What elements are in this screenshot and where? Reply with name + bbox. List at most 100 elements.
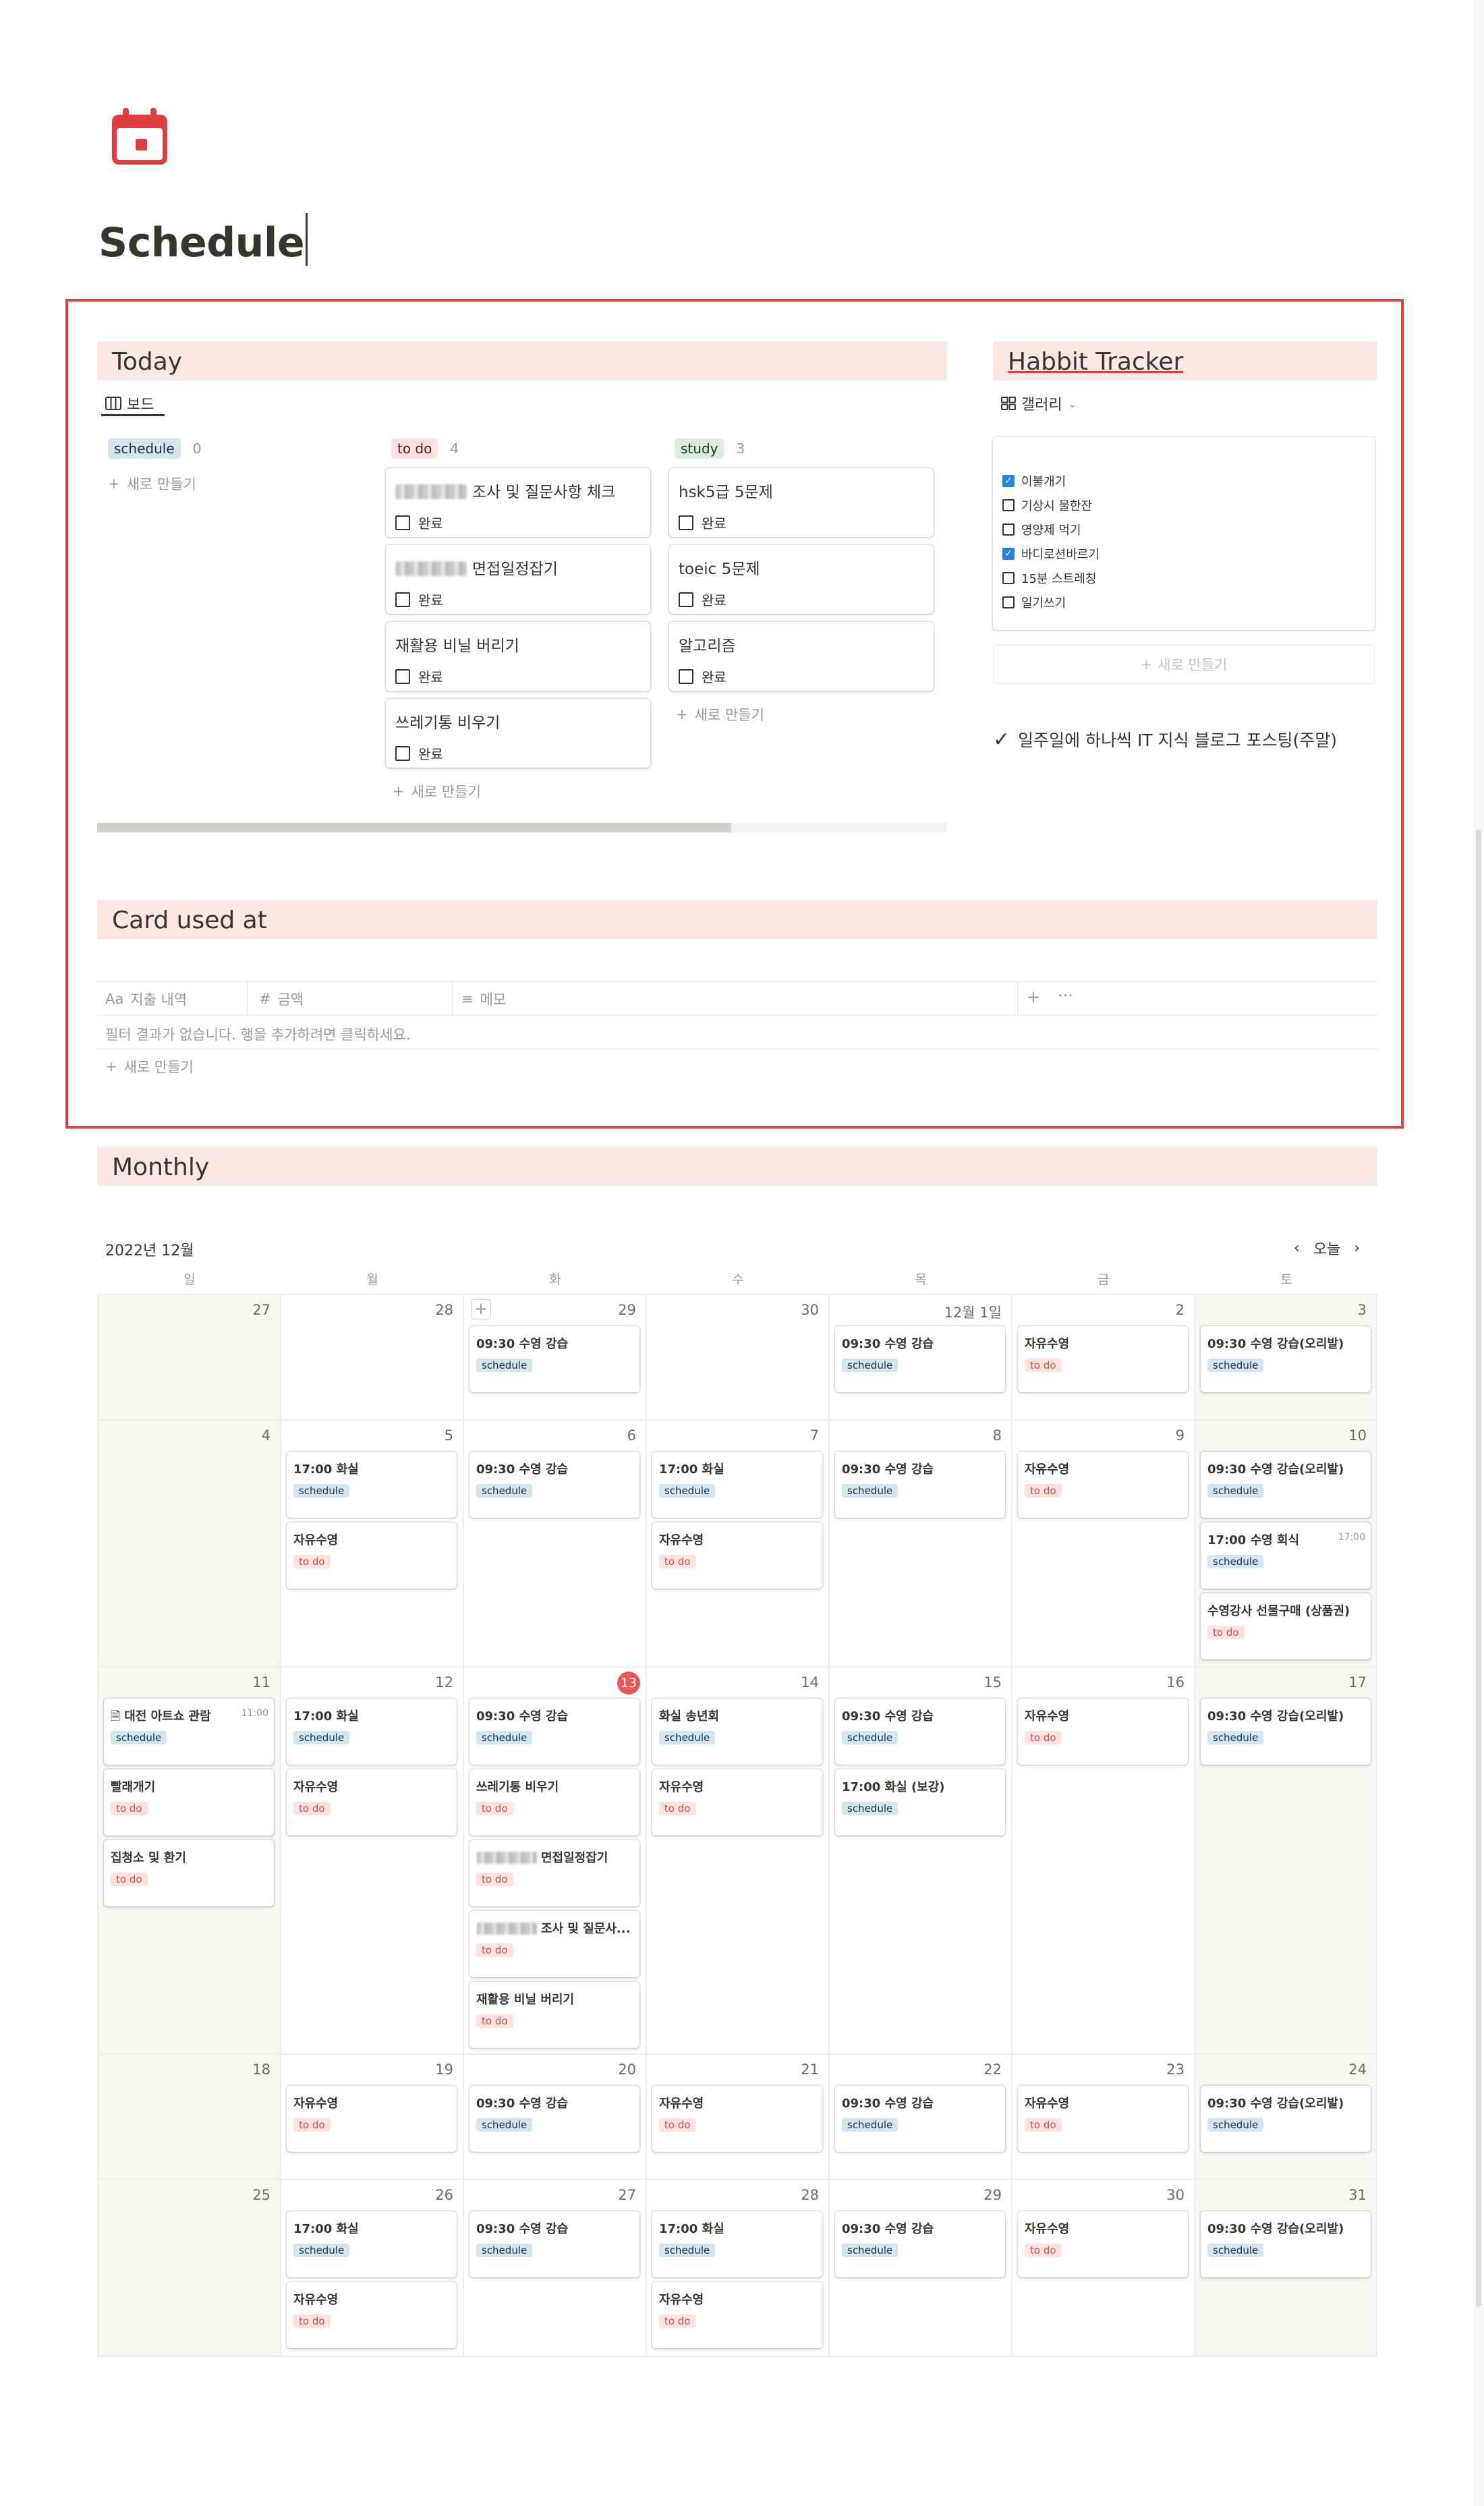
habbit-item[interactable]: 기상시 물한잔 xyxy=(1002,496,1092,514)
calendar-event[interactable]: 자유수영 to do xyxy=(287,2282,457,2348)
calendar-event[interactable]: 면접일정잡기 to do xyxy=(469,1840,639,1906)
calendar-day-cell[interactable]: 31 09:30 수영 강습(오리발) schedule xyxy=(1194,2180,1377,2357)
calendar-event[interactable]: 자유수영 to do xyxy=(1018,1326,1188,1392)
board-card[interactable]: 쓰레기통 비우기 완료 xyxy=(386,699,650,768)
habbit-item[interactable]: 일기쓰기 xyxy=(1002,594,1066,611)
calendar-event[interactable]: 자유수영 to do xyxy=(652,1522,822,1589)
calendar-event[interactable]: 09:30 수영 강습 schedule xyxy=(469,1452,639,1518)
calendar-event[interactable]: 자유수영 to do xyxy=(1018,2211,1188,2277)
calendar-day-cell[interactable]: 12 17:00 화실 schedule 자유수영 to do xyxy=(280,1668,463,2055)
calendar-day-cell[interactable]: 27 xyxy=(97,1295,280,1421)
column-header-schedule[interactable]: schedule 0 xyxy=(108,438,201,459)
calendar-event[interactable]: 17:00 화실 schedule xyxy=(287,1699,457,1765)
calendar-event[interactable]: 조사 및 질문사... to do xyxy=(469,1911,639,1977)
column-header-study[interactable]: study 3 xyxy=(675,438,745,459)
calendar-day-cell[interactable]: 21 자유수영 to do xyxy=(646,2055,828,2180)
calendar-event[interactable]: 09:30 수영 강습 schedule xyxy=(469,2086,639,2152)
calendar-event[interactable]: 17:00 화실 schedule xyxy=(652,1452,822,1518)
board-card[interactable]: 면접일정잡기 완료 xyxy=(386,545,650,614)
habbit-gallery-card[interactable]: ✓ 이불개기 기상시 물한잔 영양제 먹기 ✓ 바디로션바르기 15분 스트레칭 일기쓰기 xyxy=(993,437,1375,630)
add-event-button[interactable]: + xyxy=(471,1299,491,1319)
calendar-event[interactable]: 09:30 수영 강습(오리발) schedule xyxy=(1201,2086,1371,2152)
calendar-day-cell[interactable]: 3 09:30 수영 강습(오리발) schedule xyxy=(1194,1295,1377,1421)
calendar-event[interactable]: 09:30 수영 강습 schedule xyxy=(835,1326,1005,1392)
calendar-day-cell[interactable]: 9 자유수영 to do xyxy=(1011,1421,1194,1668)
calendar-event[interactable]: 자유수영 to do xyxy=(1018,2086,1188,2152)
new-habbit-button[interactable]: + 새로 만들기 xyxy=(993,645,1375,684)
calendar-event[interactable]: 09:30 수영 강습 schedule xyxy=(469,1326,639,1392)
calendar-day-cell[interactable]: 8 09:30 수영 강습 schedule xyxy=(828,1421,1011,1668)
done-checkbox[interactable]: 완료 xyxy=(395,590,443,609)
calendar-day-cell[interactable]: 28 17:00 화실 schedule 자유수영 to do xyxy=(646,2180,828,2357)
calendar-event[interactable]: 수영강사 선물구매 (상품권) to do xyxy=(1201,1593,1371,1659)
new-row-button[interactable]: + 새로 만들기 xyxy=(105,1056,194,1077)
calendar-event[interactable]: 09:30 수영 강습(오리발) schedule xyxy=(1201,1452,1371,1518)
calendar-day-cell[interactable]: 18 xyxy=(97,2055,280,2180)
done-checkbox[interactable]: 완료 xyxy=(395,666,443,686)
calendar-event[interactable]: 쓰레기통 비우기 to do xyxy=(469,1769,639,1835)
calendar-day-cell[interactable]: 7 17:00 화실 schedule 자유수영 to do xyxy=(646,1421,828,1668)
calendar-day-cell[interactable]: 24 09:30 수영 강습(오리발) schedule xyxy=(1194,2055,1377,2180)
calendar-event[interactable]: 17:00 화실 schedule xyxy=(287,1452,457,1518)
done-checkbox[interactable]: 완료 xyxy=(395,743,443,763)
calendar-event[interactable]: 17:00 수영 회식 17:00 schedule xyxy=(1201,1522,1371,1589)
add-column-button[interactable]: + xyxy=(1027,988,1040,1006)
calendar-event[interactable]: 09:30 수영 강습 schedule xyxy=(469,2211,639,2277)
board-scrollbar-thumb[interactable] xyxy=(97,823,731,832)
new-card-button[interactable]: + 새로 만들기 xyxy=(393,781,481,801)
column-expense[interactable]: Aa 지출 내역 xyxy=(105,989,187,1009)
calendar-icon[interactable] xyxy=(108,105,171,169)
calendar-day-cell[interactable]: 2 자유수영 to do xyxy=(1011,1295,1194,1421)
calendar-day-cell[interactable]: 30 xyxy=(646,1295,828,1421)
calendar-event[interactable]: 자유수영 to do xyxy=(652,2282,822,2348)
done-checkbox[interactable]: 완료 xyxy=(679,590,726,609)
calendar-event[interactable]: 자유수영 to do xyxy=(287,1769,457,1835)
calendar-event[interactable]: 17:00 화실 schedule xyxy=(652,2211,822,2277)
calendar-event[interactable]: 09:30 수영 강습 schedule xyxy=(469,1699,639,1765)
scrollbar-thumb[interactable] xyxy=(1476,830,1481,2307)
calendar-event[interactable]: 17:00 화실 (보강) schedule xyxy=(835,1769,1005,1835)
today-button[interactable]: 오늘 xyxy=(1313,1237,1340,1259)
calendar-event[interactable]: 🗎 대전 아트쇼 관람 11:00 schedule xyxy=(104,1699,274,1765)
calendar-event[interactable]: 09:30 수영 강습 schedule xyxy=(835,2211,1005,2277)
new-card-button[interactable]: + 새로 만들기 xyxy=(676,704,764,724)
calendar-event[interactable]: 재활용 비닐 버리기 to do xyxy=(469,1982,639,2048)
column-header-todo[interactable]: to do 4 xyxy=(391,438,459,459)
board-card[interactable]: hsk5급 5문제 완료 xyxy=(669,468,934,537)
more-options-icon[interactable]: ··· xyxy=(1058,986,1073,1005)
board-card[interactable]: 재활용 비닐 버리기 완료 xyxy=(386,622,650,691)
calendar-day-cell[interactable]: 29 09:30 수영 강습 schedule xyxy=(828,2180,1011,2357)
calendar-event[interactable]: 09:30 수영 강습 schedule xyxy=(835,1452,1005,1518)
calendar-day-cell[interactable]: 19 자유수영 to do xyxy=(280,2055,463,2180)
calendar-event[interactable]: 자유수영 to do xyxy=(652,2086,822,2152)
calendar-day-cell[interactable]: 23 자유수영 to do xyxy=(1011,2055,1194,2180)
calendar-event[interactable]: 09:30 수영 강습(오리발) schedule xyxy=(1201,2211,1371,2277)
column-memo[interactable]: ≡ 메모 xyxy=(461,989,506,1009)
calendar-day-cell[interactable]: 5 17:00 화실 schedule 자유수영 to do xyxy=(280,1421,463,1668)
empty-table-message[interactable]: 필터 결과가 없습니다. 행을 추가하려면 클릭하세요. xyxy=(105,1024,410,1044)
page-title[interactable]: Schedule xyxy=(98,213,308,266)
calendar-day-cell[interactable]: 25 xyxy=(97,2180,280,2357)
calendar-day-cell[interactable]: 26 17:00 화실 schedule 자유수영 to do xyxy=(280,2180,463,2357)
calendar-event[interactable]: 자유수영 to do xyxy=(1018,1699,1188,1765)
calendar-day-cell[interactable]: 28 xyxy=(280,1295,463,1421)
calendar-event[interactable]: 09:30 수영 강습 schedule xyxy=(835,2086,1005,2152)
calendar-day-cell[interactable]: 12월 1일 09:30 수영 강습 schedule xyxy=(828,1295,1011,1421)
habbit-item[interactable]: ✓ 바디로션바르기 xyxy=(1002,545,1100,563)
calendar-day-cell[interactable]: 22 09:30 수영 강습 schedule xyxy=(828,2055,1011,2180)
calendar-event[interactable]: 자유수영 to do xyxy=(1018,1452,1188,1518)
new-card-button[interactable]: + 새로 만들기 xyxy=(108,474,196,494)
done-checkbox[interactable]: 완료 xyxy=(395,513,443,532)
calendar-event[interactable]: 화실 송년회 schedule xyxy=(652,1699,822,1765)
calendar-day-cell[interactable]: 10 09:30 수영 강습(오리발) schedule 17:00 수영 회식 17:… xyxy=(1194,1421,1377,1668)
done-checkbox[interactable]: 완료 xyxy=(679,666,726,686)
calendar-event[interactable]: 집청소 및 환기 to do xyxy=(104,1840,274,1906)
done-checkbox[interactable]: 완료 xyxy=(679,513,726,532)
calendar-event[interactable]: 09:30 수영 강습 schedule xyxy=(835,1699,1005,1765)
chevron-left-icon[interactable]: ‹ xyxy=(1294,1240,1300,1257)
calendar-event[interactable]: 17:00 화실 schedule xyxy=(287,2211,457,2277)
calendar-day-cell[interactable]: 30 자유수영 to do xyxy=(1011,2180,1194,2357)
habbit-item[interactable]: 15분 스트레칭 xyxy=(1002,569,1096,587)
calendar-day-cell[interactable]: +29 09:30 수영 강습 schedule xyxy=(463,1295,646,1421)
calendar-day-cell[interactable]: 27 09:30 수영 강습 schedule xyxy=(463,2180,646,2357)
